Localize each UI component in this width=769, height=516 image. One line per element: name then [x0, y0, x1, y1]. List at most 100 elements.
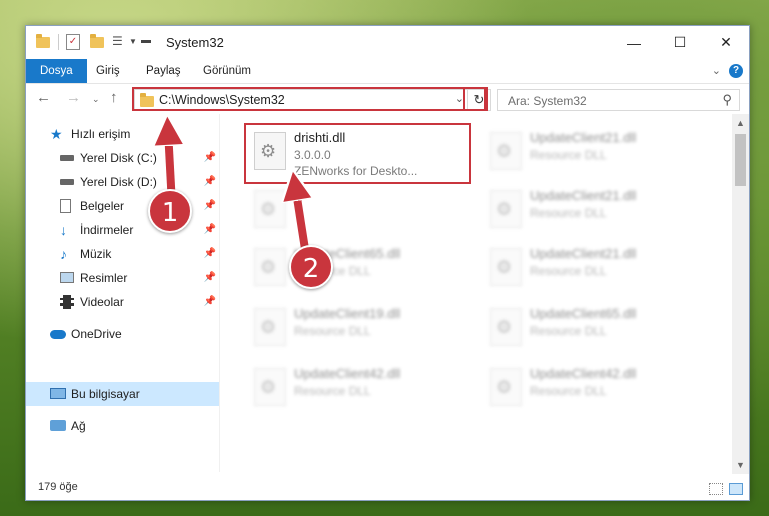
close-button[interactable]: ✕	[703, 26, 749, 59]
back-button[interactable]: ←	[36, 89, 51, 106]
sidebar-item-downloads[interactable]: ↓ İndirmeler 📌	[26, 218, 219, 242]
file-type: Resource DLL	[530, 384, 607, 398]
file-list: ⚙ drishti.dll 3.0.0.0 ZENworks for Deskt…	[236, 116, 738, 471]
file-type: Resource DLL	[294, 324, 371, 338]
music-icon: ♪	[60, 246, 67, 262]
search-input[interactable]: Ara: System32 ⚲	[497, 89, 740, 111]
dll-file-icon: ⚙	[490, 308, 522, 346]
sidebar-item-label: Resimler	[80, 271, 128, 285]
tab-share[interactable]: Paylaş	[134, 59, 193, 83]
search-icon: ⚲	[722, 92, 732, 107]
address-folder-icon	[140, 93, 154, 107]
sidebar-item-label: OneDrive	[71, 327, 122, 341]
drive-icon	[60, 155, 74, 161]
sidebar-item-label: Bu bilgisayar	[71, 387, 140, 401]
pin-icon[interactable]: 📌	[204, 194, 216, 218]
customize-icon[interactable]: ☰	[112, 34, 126, 50]
file-item[interactable]: ⚙ UpdateClient21.dll Resource DLL	[482, 240, 702, 296]
scroll-up-icon[interactable]: ▲	[732, 118, 749, 128]
drive-icon	[60, 179, 74, 185]
file-item[interactable]: ⚙ UpdateClient65.dll Resource DLL	[246, 240, 466, 296]
help-icon[interactable]: ?	[729, 64, 743, 78]
details-view-icon[interactable]	[709, 483, 723, 495]
sidebar-item-label: Yerel Disk (D:)	[80, 175, 157, 189]
minimize-button[interactable]: —	[611, 26, 657, 59]
sidebar-item-music[interactable]: ♪ Müzik 📌	[26, 242, 219, 266]
file-item[interactable]: ⚙ UpdateClient19.dll Resource DLL	[246, 300, 466, 356]
sidebar-item-local-disk-c[interactable]: Yerel Disk (C:) 📌	[26, 146, 219, 170]
file-name: drishti.dll	[294, 130, 346, 145]
pin-toolbar-icon[interactable]: ▬	[141, 35, 151, 51]
file-item[interactable]: ⚙ UpdateClient65.dll Resource DLL	[482, 300, 702, 356]
pin-icon[interactable]: 📌	[204, 242, 216, 266]
sidebar-item-label: Hızlı erişim	[71, 127, 131, 141]
window-title: System32	[166, 35, 224, 50]
dll-file-icon: ⚙	[254, 190, 286, 228]
item-count: 179 öğe	[38, 481, 78, 493]
network-icon	[50, 420, 66, 431]
step-1-badge: 1	[148, 189, 192, 233]
tab-home[interactable]: Giriş	[84, 59, 132, 83]
refresh-button[interactable]: ↻	[467, 90, 490, 110]
scroll-down-icon[interactable]: ▼	[732, 460, 749, 470]
dll-file-icon: ⚙	[254, 132, 286, 170]
file-item[interactable]: ⚙ UpdateClient42.dll Resource DLL	[246, 360, 466, 416]
sidebar-item-label: Ağ	[71, 419, 86, 433]
chevron-down-icon[interactable]: ▼	[129, 37, 137, 53]
file-type: Resource DLL	[530, 324, 607, 338]
file-item[interactable]: ⚙ UpdateClient21.dll Resource DLL	[482, 182, 702, 238]
sidebar-item-network[interactable]: Ağ	[26, 414, 219, 438]
file-type: Resource DLL	[530, 148, 607, 162]
title-bar: ✓ ☰ ▼ ▬ System32 — ☐ ✕	[26, 26, 749, 59]
vertical-scrollbar[interactable]: ▲ ▼	[732, 114, 749, 474]
address-dropdown-icon[interactable]: ⌄	[455, 92, 464, 105]
sidebar-item-quick-access[interactable]: ★ Hızlı erişim	[26, 122, 219, 146]
sidebar-item-label: Belgeler	[80, 199, 125, 213]
sidebar-item-onedrive[interactable]: OneDrive	[26, 322, 219, 346]
up-button[interactable]: ↑	[110, 89, 118, 106]
sidebar-item-videos[interactable]: Videolar 📌	[26, 290, 219, 314]
navigation-bar: ← → ⌄ ↑ C:\Windows\System32 ⌄ ↻ Ara: Sys…	[26, 84, 749, 114]
pin-icon[interactable]: 📌	[204, 290, 216, 314]
sidebar-item-label: Yerel Disk (C:)	[80, 151, 157, 165]
sidebar-item-this-pc[interactable]: Bu bilgisayar	[26, 382, 219, 406]
star-icon: ★	[50, 126, 63, 142]
maximize-button[interactable]: ☐	[657, 26, 703, 59]
file-name: UpdateClient21.dll	[530, 188, 637, 203]
properties-icon[interactable]: ✓	[66, 34, 80, 50]
pin-icon[interactable]: 📌	[204, 266, 216, 290]
videos-icon	[60, 295, 74, 309]
pin-icon[interactable]: 📌	[204, 218, 216, 242]
ribbon: Dosya Giriş Paylaş Görünüm ⌄ ?	[26, 59, 749, 84]
dll-file-icon: ⚙	[490, 190, 522, 228]
ribbon-expand-icon[interactable]: ⌄	[712, 64, 721, 77]
computer-icon	[50, 388, 66, 399]
pin-icon[interactable]: 📌	[204, 170, 216, 194]
scroll-thumb[interactable]	[735, 134, 746, 186]
large-icons-view-icon[interactable]	[729, 483, 743, 495]
dll-file-icon: ⚙	[254, 248, 286, 286]
sidebar-item-label: Müzik	[80, 247, 112, 261]
file-item[interactable]: ⚙ UpdateClient42.dll Resource DLL	[482, 360, 702, 416]
pin-icon[interactable]: 📌	[204, 146, 216, 170]
sidebar-item-label: İndirmeler	[80, 223, 134, 237]
dll-file-icon: ⚙	[490, 132, 522, 170]
file-item-drishti-dll[interactable]: ⚙ drishti.dll 3.0.0.0 ZENworks for Deskt…	[246, 124, 466, 180]
navigation-pane: ★ Hızlı erişim Yerel Disk (C:) 📌 Yerel D…	[26, 122, 219, 472]
pictures-icon	[60, 272, 74, 283]
file-item[interactable]: ⚙	[246, 182, 466, 238]
file-item[interactable]: ⚙ UpdateClient21.dll Resource DLL	[482, 124, 702, 180]
address-bar[interactable]: C:\Windows\System32 ⌄ ↻	[134, 89, 491, 111]
step-2-badge: 2	[289, 245, 333, 289]
forward-button[interactable]: →	[66, 89, 81, 106]
separator	[58, 34, 59, 50]
pane-divider[interactable]	[219, 114, 220, 472]
file-name: UpdateClient19.dll	[294, 306, 401, 321]
sidebar-item-pictures[interactable]: Resimler 📌	[26, 266, 219, 290]
recent-locations-icon[interactable]: ⌄	[92, 94, 100, 105]
tab-file[interactable]: Dosya	[26, 59, 87, 83]
sidebar-item-local-disk-d[interactable]: Yerel Disk (D:) 📌	[26, 170, 219, 194]
file-name: UpdateClient65.dll	[530, 306, 637, 321]
file-name: UpdateClient42.dll	[294, 366, 401, 381]
tab-view[interactable]: Görünüm	[191, 59, 263, 83]
